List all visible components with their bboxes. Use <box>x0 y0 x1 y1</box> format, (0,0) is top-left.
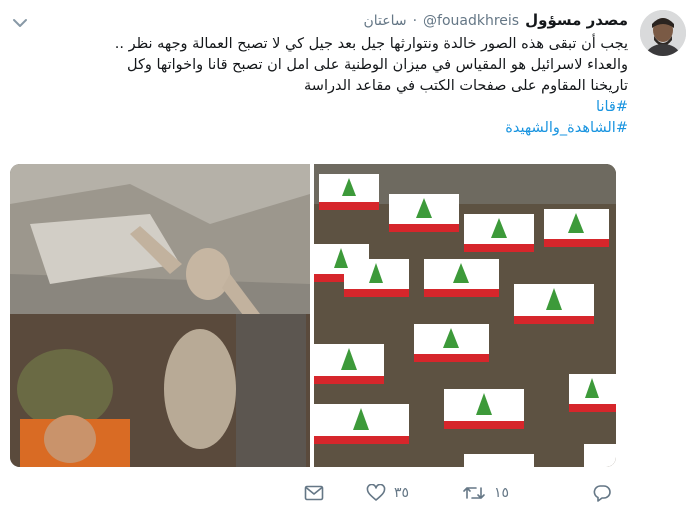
retweet-icon <box>462 484 486 502</box>
retweet-button[interactable]: ١٥ <box>462 482 509 504</box>
display-name[interactable]: مصدر مسؤول <box>525 11 628 29</box>
coffins-photo[interactable] <box>314 164 616 467</box>
chevron-down-icon[interactable] <box>12 14 28 27</box>
hashtag-qana[interactable]: #قانا <box>28 97 628 118</box>
reply-icon <box>592 484 612 502</box>
tweet-actions: ١٥ ٣٥ <box>0 478 700 508</box>
tweet-time[interactable]: ساعتان <box>363 13 406 29</box>
avatar[interactable] <box>640 10 686 56</box>
tweet-text: يجب أن تبقى هذه الصور خالدة ونتوارثها جي… <box>28 34 628 139</box>
reply-button[interactable] <box>592 482 620 504</box>
tweet-card[interactable]: مصدر مسؤول @fouadkhreis · ساعتان يجب أن … <box>0 0 700 509</box>
tweet-header: مصدر مسؤول @fouadkhreis · ساعتان <box>363 11 628 31</box>
tweet-text-line: يجب أن تبقى هذه الصور خالدة ونتوارثها جي… <box>114 36 628 52</box>
like-icon <box>366 484 386 502</box>
tweet-media[interactable] <box>10 164 616 467</box>
like-button[interactable]: ٣٥ <box>366 482 409 504</box>
user-handle[interactable]: @fouadkhreis <box>423 13 519 29</box>
like-count: ٣٥ <box>394 485 410 501</box>
retweet-count: ١٥ <box>494 485 510 501</box>
tweet-text-line: تاريخنا المقاوم على صفحات الكتب في مقاعد… <box>304 78 628 94</box>
message-icon <box>304 485 324 501</box>
hashtag-witness-martyr[interactable]: #الشاهدة_والشهيدة <box>28 118 628 139</box>
tweet-text-line: والعداء لاسرائيل هو المقياس في ميزان الو… <box>127 57 628 73</box>
rescue-photo[interactable] <box>10 164 310 467</box>
message-button[interactable] <box>304 482 332 504</box>
separator-dot: · <box>412 13 418 29</box>
